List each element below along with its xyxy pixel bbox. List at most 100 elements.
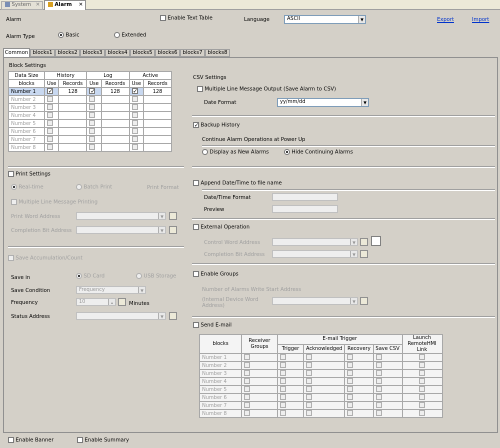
multiple-line-printing[interactable]: Multiple Line Message Printing <box>11 199 98 206</box>
recovery-checkbox[interactable] <box>347 410 354 417</box>
keypad-button[interactable] <box>118 298 126 306</box>
date-format-select[interactable]: yy/mm/dd ▼ <box>277 98 369 107</box>
close-icon[interactable]: ✕ <box>79 1 83 9</box>
table-row[interactable]: Number 4 <box>199 377 443 386</box>
use-checkbox[interactable] <box>47 120 53 127</box>
hide-continuing-radio[interactable] <box>284 149 290 155</box>
table-row[interactable]: Number 6 <box>199 393 443 402</box>
use-checkbox[interactable] <box>131 104 138 111</box>
recovery-checkbox[interactable] <box>347 362 354 369</box>
save-csv-checkbox[interactable] <box>375 402 382 409</box>
save-csv-checkbox[interactable] <box>375 354 382 361</box>
tab-blocks7[interactable]: blocks7 <box>180 49 205 57</box>
recovery-checkbox[interactable] <box>347 370 354 377</box>
chevron-down-icon[interactable]: ▼ <box>158 227 165 233</box>
print-realtime[interactable]: Real-time <box>11 184 43 191</box>
table-row[interactable]: Number 7 <box>199 401 443 410</box>
recovery-checkbox[interactable] <box>347 386 354 393</box>
enable-banner-checkbox[interactable] <box>8 437 14 443</box>
realtime-radio[interactable] <box>11 184 17 190</box>
trigger-checkbox[interactable] <box>280 410 286 417</box>
save-usb-storage[interactable]: USB Storage <box>136 273 176 280</box>
trigger-checkbox[interactable] <box>280 362 286 369</box>
receiver-checkbox[interactable] <box>244 378 250 385</box>
use-checkbox[interactable] <box>131 112 138 119</box>
table-row[interactable]: Number 3 <box>199 369 443 378</box>
address-picker-button[interactable] <box>360 250 368 258</box>
enable-groups-checkbox[interactable] <box>193 271 199 277</box>
address-picker-button[interactable] <box>360 297 368 305</box>
multiple-line-printing-checkbox[interactable] <box>11 199 17 205</box>
receiver-checkbox[interactable] <box>244 354 250 361</box>
print-batch[interactable]: Batch Print <box>76 184 112 191</box>
acknowledged-checkbox[interactable] <box>306 354 312 361</box>
acknowledged-checkbox[interactable] <box>306 394 312 401</box>
save-csv-checkbox[interactable] <box>375 370 382 377</box>
table-row[interactable]: Number 2 <box>8 95 173 104</box>
use-checkbox[interactable] <box>131 96 138 103</box>
receiver-checkbox[interactable] <box>244 362 250 369</box>
basic-radio[interactable] <box>58 32 64 38</box>
launch-checkbox[interactable] <box>419 386 425 393</box>
display-as-new-alarms[interactable]: Display as New Alarms <box>202 149 269 156</box>
frequency-input[interactable]: 10 ▴ <box>76 298 116 306</box>
groups-address-input[interactable]: ▼ <box>272 297 358 305</box>
control-word-address-input[interactable]: ▼ <box>272 238 358 246</box>
print-settings[interactable]: Print Settings <box>8 171 51 178</box>
print-settings-checkbox[interactable] <box>8 171 14 177</box>
chevron-down-icon[interactable]: ▼ <box>358 16 365 23</box>
print-format-button[interactable]: Print Format <box>147 185 179 191</box>
table-row[interactable]: Number 7 <box>8 135 173 144</box>
status-address-input[interactable]: ▼ <box>76 312 166 320</box>
receiver-checkbox[interactable] <box>244 410 250 417</box>
acknowledged-checkbox[interactable] <box>306 362 312 369</box>
launch-checkbox[interactable] <box>419 354 425 361</box>
save-accumulation[interactable]: Save Accumulation/Count <box>8 255 83 262</box>
table-row[interactable]: Number 3 <box>8 103 173 112</box>
use-checkbox[interactable] <box>89 144 96 151</box>
address-picker-button[interactable] <box>169 212 177 220</box>
use-checkbox[interactable] <box>47 96 53 103</box>
trigger-checkbox[interactable] <box>280 402 286 409</box>
print-word-address-input[interactable]: ▼ <box>76 212 166 220</box>
save-condition-select[interactable]: Frequency ▼ <box>76 286 146 294</box>
enable-summary[interactable]: Enable Summary <box>77 437 129 444</box>
batch-radio[interactable] <box>76 184 82 190</box>
alarm-type-basic[interactable]: Basic <box>58 32 79 39</box>
tab-blocks2[interactable]: blocks2 <box>55 49 80 57</box>
recovery-checkbox[interactable] <box>347 394 354 401</box>
trigger-checkbox[interactable] <box>280 378 286 385</box>
launch-checkbox[interactable] <box>419 402 425 409</box>
use-checkbox[interactable] <box>89 136 96 143</box>
tab-blocks6[interactable]: blocks6 <box>155 49 180 57</box>
table-row[interactable]: Number 1128128128 <box>8 87 173 96</box>
usb-storage-radio[interactable] <box>136 273 142 279</box>
multiple-line-output-checkbox[interactable] <box>197 86 203 92</box>
enable-text-table[interactable]: Enable Text Table <box>160 15 213 22</box>
use-checkbox[interactable] <box>89 104 96 111</box>
save-csv-checkbox[interactable] <box>375 378 382 385</box>
use-checkbox[interactable] <box>89 96 96 103</box>
table-row[interactable]: Number 4 <box>8 111 173 120</box>
display-new-radio[interactable] <box>202 149 208 155</box>
recovery-checkbox[interactable] <box>347 354 354 361</box>
use-checkbox[interactable] <box>131 120 138 127</box>
language-select[interactable]: ASCII ▼ <box>284 15 366 24</box>
enable-banner[interactable]: Enable Banner <box>8 437 54 444</box>
chevron-down-icon[interactable]: ▼ <box>158 313 165 319</box>
receiver-checkbox[interactable] <box>244 394 250 401</box>
trigger-checkbox[interactable] <box>280 394 286 401</box>
use-checkbox[interactable] <box>131 128 138 135</box>
use-checkbox[interactable] <box>131 144 138 151</box>
recovery-checkbox[interactable] <box>347 378 354 385</box>
chevron-down-icon[interactable]: ▼ <box>350 298 357 304</box>
address-picker-button[interactable] <box>169 226 177 234</box>
enable-summary-checkbox[interactable] <box>77 437 83 443</box>
log-use-checkbox[interactable] <box>89 88 96 95</box>
export-link[interactable]: Export <box>437 17 454 23</box>
receiver-checkbox[interactable] <box>244 370 250 377</box>
acknowledged-checkbox[interactable] <box>306 370 312 377</box>
chevron-down-icon[interactable]: ▼ <box>138 287 145 293</box>
save-csv-checkbox[interactable] <box>375 386 382 393</box>
table-row[interactable]: Number 2 <box>199 361 443 370</box>
